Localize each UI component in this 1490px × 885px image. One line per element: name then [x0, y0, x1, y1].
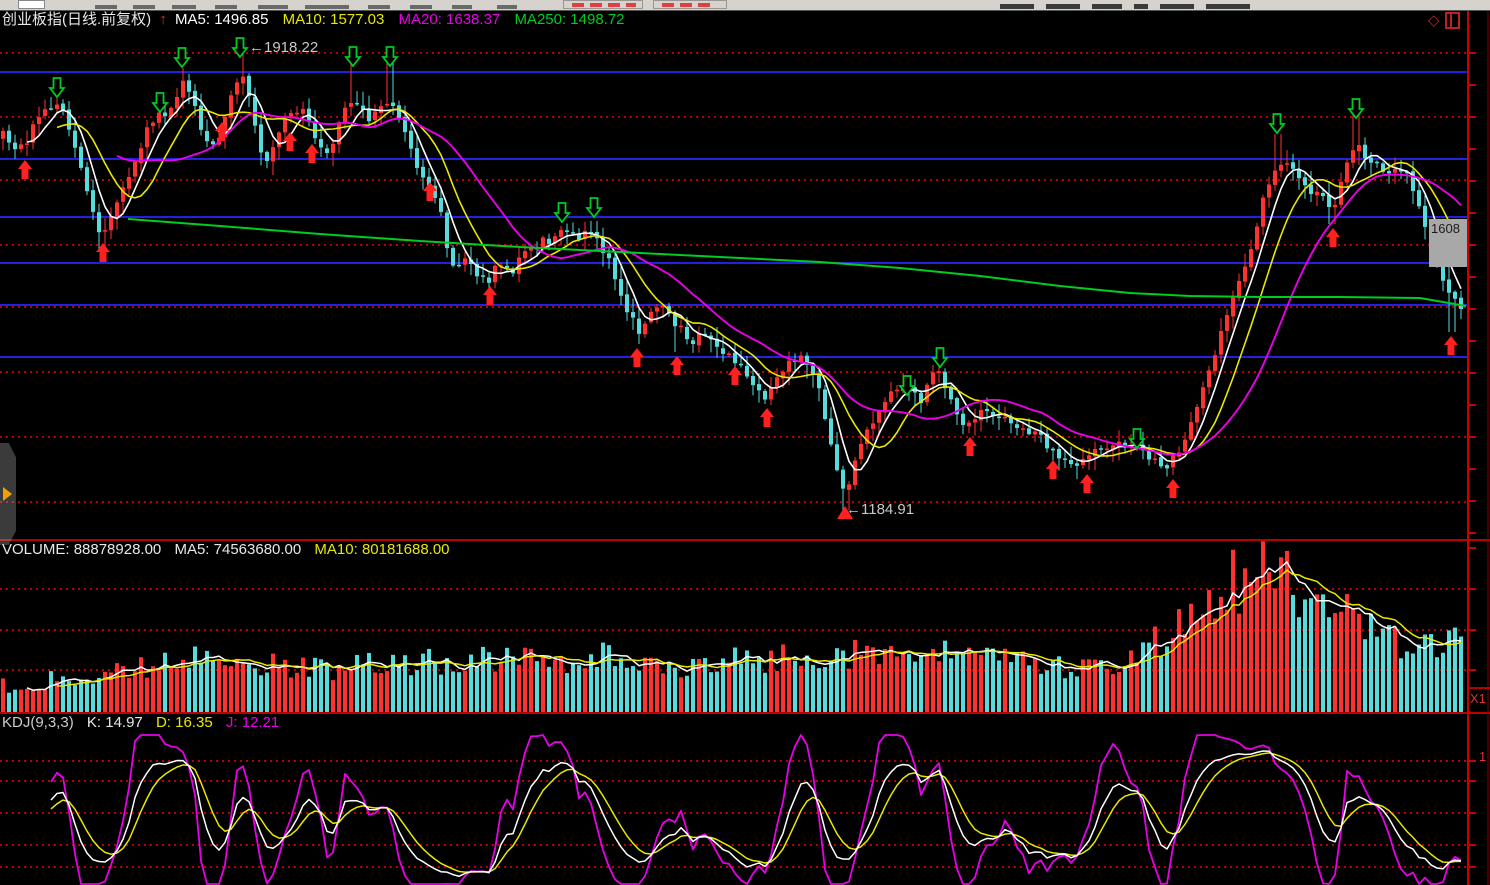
sell-signal-arrow: [50, 78, 64, 97]
volume-header: VOLUME: 88878928.00 MA5: 74563680.00 MA1…: [2, 541, 459, 558]
quote-box-stub[interactable]: [563, 0, 643, 9]
trading-app-screen: 创业板指(日线.前复权) ↑ MA5: 1496.85 MA10: 1577.0…: [0, 0, 1490, 885]
toolbar-input-stub[interactable]: [18, 0, 45, 9]
buy-signal-arrow: [963, 437, 977, 456]
axis-price-tag: 1608: [1429, 219, 1467, 267]
ma10-legend: MA10: 1577.03: [283, 11, 385, 28]
ma20-legend: MA20: 1638.37: [399, 11, 501, 28]
buy-signal-arrow: [1444, 336, 1458, 355]
kdj-j-label: J:: [226, 714, 238, 731]
zoom-level-label: X1: [1470, 690, 1486, 707]
high-price-annotation: ←1918.22: [249, 39, 318, 56]
kdj-k-label: K:: [87, 714, 101, 731]
trend-up-icon: ↑: [159, 11, 167, 28]
price-chart-canvas[interactable]: [0, 0, 1490, 885]
menu-stub[interactable]: [305, 5, 349, 9]
menu-stub[interactable]: [1046, 4, 1080, 9]
menu-stub[interactable]: [95, 5, 117, 9]
split-window-icon[interactable]: [1445, 12, 1460, 29]
instrument-title: 创业板指(日线.前复权): [2, 11, 151, 28]
buy-signal-arrow: [1326, 228, 1340, 247]
expand-arrow-icon: [3, 487, 12, 501]
menu-stub[interactable]: [497, 5, 517, 9]
sell-signal-arrow: [933, 348, 947, 367]
low-price-annotation: ←1184.91: [846, 501, 914, 518]
toolbar-clipped[interactable]: [0, 0, 1490, 11]
volume-ma5-label: MA5:: [174, 541, 209, 558]
sell-signal-arrow: [233, 38, 247, 57]
sell-signal-arrow: [175, 48, 189, 67]
menu-stub[interactable]: [1000, 4, 1034, 9]
volume-ma10-label: MA10:: [314, 541, 357, 558]
sell-signal-arrow: [383, 47, 397, 66]
menu-stub[interactable]: [172, 5, 196, 9]
sell-signal-arrow: [900, 376, 914, 395]
buy-signal-arrow: [1080, 474, 1094, 493]
buy-signal-arrow: [1166, 479, 1180, 498]
buy-signal-arrow: [1046, 460, 1060, 479]
kdj-d-value: 16.35: [175, 714, 213, 731]
pane-corner-controls: ◇: [1428, 12, 1460, 29]
volume-label: VOLUME:: [2, 541, 70, 558]
menu-stub[interactable]: [133, 5, 155, 9]
menu-stub[interactable]: [215, 5, 237, 9]
ma250-legend: MA250: 1498.72: [514, 11, 624, 28]
volume-ma5-value: 74563680.00: [214, 541, 302, 558]
sidebar-expand-tab[interactable]: [0, 443, 16, 545]
sell-signal-arrow: [555, 203, 569, 222]
menu-stub[interactable]: [1160, 4, 1194, 9]
sell-signal-arrow: [587, 198, 601, 217]
ma5-legend: MA5: 1496.85: [175, 11, 268, 28]
kdj-axis-label: 1: [1479, 748, 1486, 765]
buy-signal-arrow: [18, 160, 32, 179]
kdj-d-label: D:: [156, 714, 171, 731]
buy-signal-arrow: [760, 408, 774, 427]
quote-box-stub[interactable]: [653, 0, 727, 9]
buy-signal-arrow: [728, 366, 742, 385]
menu-stub[interactable]: [1134, 4, 1148, 9]
buy-signal-arrow: [483, 286, 497, 305]
sell-signal-arrow: [346, 47, 360, 66]
menu-stub[interactable]: [1206, 4, 1250, 9]
menu-stub[interactable]: [368, 5, 390, 9]
volume-value: 88878928.00: [74, 541, 162, 558]
buy-signal-arrow: [96, 243, 110, 262]
menu-stub[interactable]: [410, 5, 432, 9]
menu-stub[interactable]: [1092, 4, 1122, 9]
buy-signal-arrow: [305, 144, 319, 163]
diamond-icon[interactable]: ◇: [1428, 12, 1440, 29]
menu-stub[interactable]: [258, 5, 288, 9]
kdj-k-value: 14.97: [105, 714, 143, 731]
sell-signal-arrow: [1349, 99, 1363, 118]
volume-ma10-value: 80181688.00: [362, 541, 450, 558]
kdj-header: KDJ(9,3,3) K: 14.97 D: 16.35 J: 12.21: [2, 714, 279, 731]
menu-stub[interactable]: [452, 5, 472, 9]
kdj-j-value: 12.21: [242, 714, 280, 731]
chart-title-row: 创业板指(日线.前复权) ↑ MA5: 1496.85 MA10: 1577.0…: [2, 11, 625, 28]
kdj-label: KDJ(9,3,3): [2, 714, 74, 731]
